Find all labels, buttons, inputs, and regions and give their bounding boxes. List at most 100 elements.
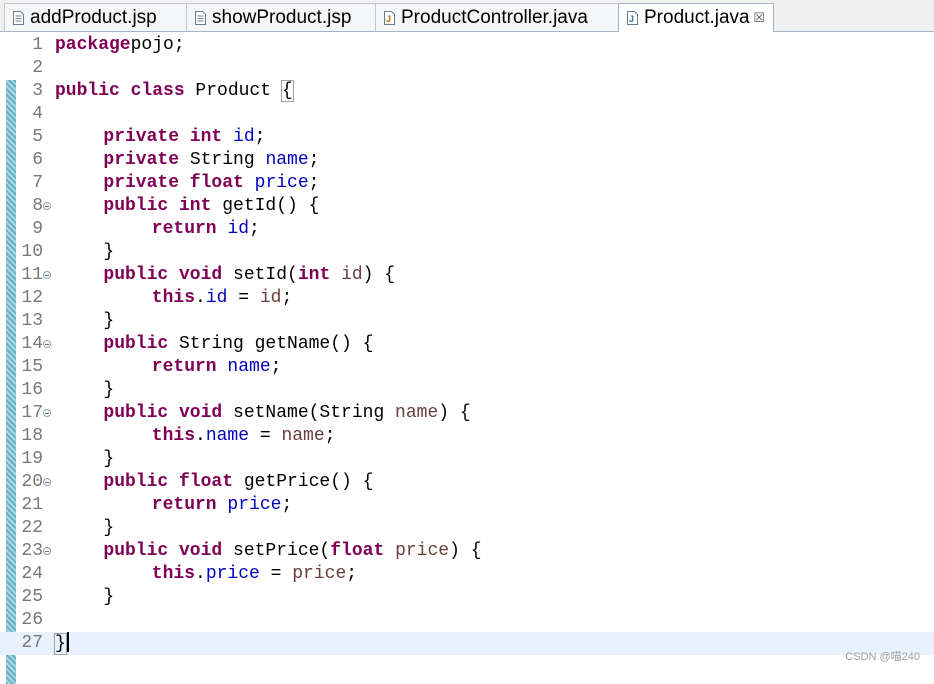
fold-collapse-icon[interactable] (43, 202, 51, 210)
code-token: } (103, 587, 115, 607)
code-token: = (259, 564, 293, 584)
code-line[interactable]: 26 (0, 609, 934, 632)
jsp-file-icon (195, 10, 206, 25)
field-token: id (205, 288, 228, 308)
code-text: public void setName(String name) { (103, 402, 470, 425)
code-line[interactable]: 1 packagepojo; (0, 34, 934, 57)
text-caret (66, 632, 69, 652)
code-line[interactable]: 16} (0, 379, 934, 402)
code-token: ; (346, 564, 358, 584)
matching-bracket: } (54, 633, 67, 655)
code-text: return name; (152, 356, 282, 379)
code-token: } (103, 311, 115, 331)
tab-label: showProduct.jsp (212, 6, 352, 28)
code-line[interactable]: 15 return name; (0, 356, 934, 379)
field-token: name (205, 426, 250, 446)
code-token: } (103, 449, 115, 469)
java-file-icon: J (627, 11, 638, 25)
code-token: . (195, 288, 206, 308)
code-token: ) { (449, 541, 482, 561)
jsp-file-icon (13, 10, 24, 25)
code-line[interactable]: 18 this.name = name; (0, 425, 934, 448)
parameter-token: id (259, 288, 282, 308)
line-number: 22 (21, 518, 43, 538)
line-number: 27 (21, 633, 43, 653)
field-token: name (227, 357, 271, 377)
code-line[interactable]: 20 public float getPrice() { (0, 471, 934, 494)
code-text: private int id; (103, 126, 265, 149)
tab-label: ProductController.java (401, 6, 588, 28)
fold-collapse-icon[interactable] (43, 547, 51, 555)
code-editor[interactable]: 1 packagepojo; 2 3 public class Product {4 5 p… (0, 32, 934, 684)
code-line[interactable]: 23 public void setPrice(float price) { (0, 540, 934, 563)
code-token: setName(String (222, 403, 396, 423)
svg-text:J: J (629, 14, 634, 24)
code-text: } (103, 448, 114, 471)
code-text: public class Product { (55, 80, 294, 103)
code-line[interactable]: 3 public class Product { (0, 80, 934, 103)
code-line[interactable]: 8 public int getId() { (0, 195, 934, 218)
code-token: } (103, 242, 115, 262)
code-line[interactable]: 27} (0, 632, 934, 655)
line-number: 4 (32, 104, 43, 124)
code-token: getId() { (211, 196, 320, 216)
tab-addproduct-jsp[interactable]: addProduct.jsp (4, 3, 187, 31)
line-number: 18 (21, 426, 43, 446)
editor-tab-bar: addProduct.jsp showProduct.jsp J Product… (0, 0, 934, 32)
code-text: this.id = id; (152, 287, 292, 310)
keyword-token: private float (103, 173, 244, 193)
code-text: public String getName() { (103, 333, 373, 356)
code-line[interactable]: 7 private float price; (0, 172, 934, 195)
code-line[interactable]: 2 (0, 57, 934, 80)
line-number: 23 (21, 541, 43, 561)
fold-collapse-icon[interactable] (43, 340, 51, 348)
code-line[interactable]: 11 public void setId(int id) { (0, 264, 934, 287)
tab-showproduct-jsp[interactable]: showProduct.jsp (186, 3, 376, 31)
line-number: 21 (21, 495, 43, 515)
line-number: 15 (21, 357, 43, 377)
fold-collapse-icon[interactable] (43, 409, 51, 417)
code-line[interactable]: 4 (0, 103, 934, 126)
code-line[interactable]: 13} (0, 310, 934, 333)
keyword-token: public class (55, 81, 185, 101)
code-line[interactable]: 19} (0, 448, 934, 471)
code-line[interactable]: 21 return price; (0, 494, 934, 517)
code-line[interactable]: 6 private String name; (0, 149, 934, 172)
keyword-token: float (330, 541, 385, 561)
line-number: 26 (21, 610, 43, 630)
code-line[interactable]: 9 return id; (0, 218, 934, 241)
code-line[interactable]: 14 public String getName() { (0, 333, 934, 356)
keyword-token: public (103, 334, 169, 354)
code-line[interactable]: 22} (0, 517, 934, 540)
code-line[interactable]: 10} (0, 241, 934, 264)
code-token: = (249, 426, 282, 446)
fold-collapse-icon[interactable] (43, 478, 51, 486)
code-text: } (103, 310, 114, 333)
code-line[interactable]: 5 private int id; (0, 126, 934, 149)
code-line[interactable]: 17 public void setName(String name) { (0, 402, 934, 425)
code-text: } (54, 632, 69, 656)
code-token: String (179, 150, 266, 170)
code-token: ; (270, 357, 282, 377)
code-text: this.name = name; (152, 425, 336, 448)
parameter-token: price (395, 541, 450, 561)
parameter-token: id (341, 265, 363, 285)
tab-product-java[interactable]: J Product.java ☒ (618, 3, 774, 32)
java-file-icon: J (384, 10, 395, 25)
keyword-token: private int (103, 127, 223, 147)
line-number: 19 (21, 449, 43, 469)
code-line[interactable]: 24 this.price = price; (0, 563, 934, 586)
tab-productcontroller-java[interactable]: J ProductController.java (375, 3, 619, 31)
line-number: 1 (32, 35, 43, 55)
code-line[interactable]: 12 this.id = id; (0, 287, 934, 310)
line-number: 9 (32, 219, 43, 239)
code-line[interactable]: 25} (0, 586, 934, 609)
fold-collapse-icon[interactable] (43, 271, 51, 279)
code-token: ; (308, 173, 320, 193)
close-tab-icon[interactable]: ☒ (753, 10, 765, 26)
